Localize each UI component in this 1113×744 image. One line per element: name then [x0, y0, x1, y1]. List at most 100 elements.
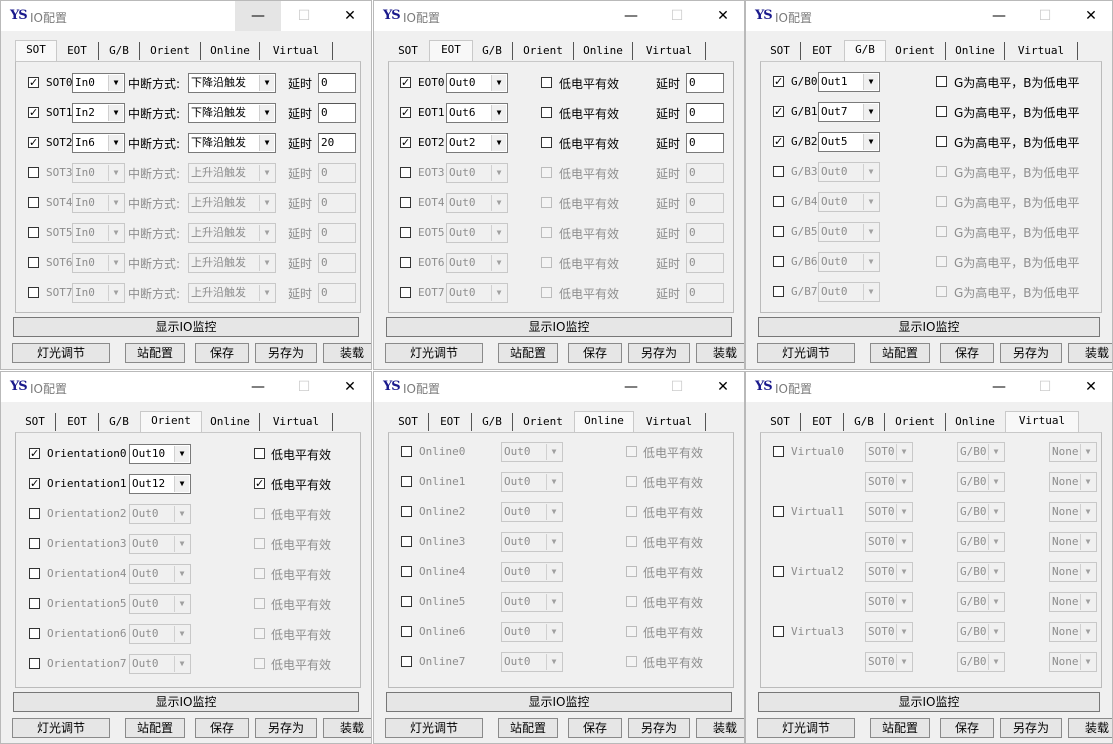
minimize-button[interactable]: —	[976, 372, 1022, 402]
chevron-down-icon[interactable]: ▼	[546, 444, 561, 460]
show-io-monitor-button[interactable]: 显示IO监控	[13, 692, 359, 712]
eot-checkbox[interactable]: ✓	[400, 137, 411, 148]
low-active-checkbox[interactable]	[626, 446, 637, 457]
load-button[interactable]: 装载	[323, 343, 371, 363]
online-checkbox[interactable]	[401, 536, 412, 547]
eot-output-select[interactable]: Out0 ▼	[446, 73, 508, 93]
tab-sot[interactable]: SOT	[388, 413, 429, 431]
gb-checkbox[interactable]	[773, 166, 784, 177]
delay-input[interactable]: 0	[686, 163, 724, 183]
online-output-select[interactable]: Out0 ▼	[501, 472, 563, 492]
virtual-sot-select[interactable]: SOT0 ▼	[865, 652, 913, 672]
tab-virtual[interactable]: Virtual	[260, 413, 333, 431]
chevron-down-icon[interactable]: ▼	[259, 75, 274, 91]
saveas-button[interactable]: 另存为	[1000, 718, 1062, 738]
online-checkbox[interactable]	[401, 446, 412, 457]
eot-checkbox[interactable]	[400, 257, 411, 268]
maximize-button[interactable]: ☐	[1022, 372, 1068, 402]
chevron-down-icon[interactable]: ▼	[863, 74, 878, 90]
low-active-checkbox[interactable]	[254, 628, 265, 639]
delay-input[interactable]: 0	[686, 133, 724, 153]
online-output-select[interactable]: Out0 ▼	[501, 562, 563, 582]
chevron-down-icon[interactable]: ▼	[108, 285, 123, 301]
tab-eot[interactable]: EOT	[56, 413, 99, 431]
virtual-sot-select[interactable]: SOT0 ▼	[865, 592, 913, 612]
chevron-down-icon[interactable]: ▼	[863, 254, 878, 270]
chevron-down-icon[interactable]: ▼	[259, 285, 274, 301]
chevron-down-icon[interactable]: ▼	[259, 165, 274, 181]
eot-checkbox[interactable]	[400, 227, 411, 238]
g-high-checkbox[interactable]	[936, 106, 947, 117]
chevron-down-icon[interactable]: ▼	[259, 195, 274, 211]
low-active-checkbox[interactable]: ✓	[254, 478, 265, 489]
tab-online[interactable]: Online	[946, 413, 1004, 431]
chevron-down-icon[interactable]: ▼	[1080, 444, 1095, 460]
virtual-gb-select[interactable]: G/B0 ▼	[957, 442, 1005, 462]
station-button[interactable]: 站配置	[498, 718, 558, 738]
gb-checkbox[interactable]	[773, 226, 784, 237]
chevron-down-icon[interactable]: ▼	[108, 105, 123, 121]
delay-input[interactable]: 0	[686, 223, 724, 243]
virtual-checkbox[interactable]	[773, 626, 784, 637]
save-button[interactable]: 保存	[568, 343, 622, 363]
minimize-button[interactable]: —	[976, 1, 1022, 31]
online-output-select[interactable]: Out0 ▼	[501, 622, 563, 642]
eot-output-select[interactable]: Out6 ▼	[446, 103, 508, 123]
maximize-button[interactable]: ☐	[654, 1, 700, 31]
g-high-checkbox[interactable]	[936, 286, 947, 297]
low-active-checkbox[interactable]	[541, 257, 552, 268]
virtual-sot-select[interactable]: SOT0 ▼	[865, 622, 913, 642]
chevron-down-icon[interactable]: ▼	[174, 596, 189, 612]
load-button[interactable]: 装载	[1068, 718, 1112, 738]
virtual-extra-select[interactable]: None ▼	[1049, 442, 1097, 462]
station-button[interactable]: 站配置	[125, 718, 185, 738]
low-active-checkbox[interactable]	[254, 508, 265, 519]
eot-output-select[interactable]: Out0 ▼	[446, 223, 508, 243]
chevron-down-icon[interactable]: ▼	[896, 444, 911, 460]
tab-online[interactable]: Online	[574, 42, 633, 60]
sot-checkbox[interactable]	[28, 197, 39, 208]
tab-eot[interactable]: EOT	[429, 413, 472, 431]
save-button[interactable]: 保存	[940, 718, 994, 738]
tab-virtual[interactable]: Virtual	[1005, 411, 1079, 432]
gb-checkbox[interactable]	[773, 286, 784, 297]
gb-checkbox[interactable]	[773, 256, 784, 267]
chevron-down-icon[interactable]: ▼	[896, 624, 911, 640]
delay-input[interactable]: 0	[318, 73, 356, 93]
sot-input-select[interactable]: In0 ▼	[72, 163, 125, 183]
online-checkbox[interactable]	[401, 596, 412, 607]
tab-virtual[interactable]: Virtual	[633, 42, 706, 60]
tab-sot[interactable]: SOT	[760, 413, 801, 431]
maximize-button[interactable]: ☐	[281, 372, 327, 402]
delay-input[interactable]: 0	[686, 73, 724, 93]
tab-eot[interactable]: EOT	[801, 413, 844, 431]
gb-output-select[interactable]: Out0 ▼	[818, 222, 880, 242]
chevron-down-icon[interactable]: ▼	[108, 135, 123, 151]
virtual-gb-select[interactable]: G/B0 ▼	[957, 652, 1005, 672]
eot-checkbox[interactable]	[400, 287, 411, 298]
minimize-button[interactable]: —	[235, 1, 281, 31]
gb-output-select[interactable]: Out7 ▼	[818, 102, 880, 122]
virtual-gb-select[interactable]: G/B0 ▼	[957, 532, 1005, 552]
virtual-sot-select[interactable]: SOT0 ▼	[865, 472, 913, 492]
chevron-down-icon[interactable]: ▼	[896, 564, 911, 580]
close-button[interactable]: ✕	[327, 372, 371, 402]
save-button[interactable]: 保存	[940, 343, 994, 363]
gb-output-select[interactable]: Out1 ▼	[818, 72, 880, 92]
orient-output-select[interactable]: Out0 ▼	[129, 594, 191, 614]
eot-output-select[interactable]: Out2 ▼	[446, 133, 508, 153]
low-active-checkbox[interactable]	[254, 598, 265, 609]
sot-input-select[interactable]: In0 ▼	[72, 253, 125, 273]
delay-input[interactable]: 0	[318, 223, 356, 243]
delay-input[interactable]: 0	[686, 283, 724, 303]
sot-checkbox[interactable]	[28, 167, 39, 178]
low-active-checkbox[interactable]	[626, 476, 637, 487]
tab-orient[interactable]: Orient	[140, 411, 202, 432]
show-io-monitor-button[interactable]: 显示IO监控	[386, 692, 732, 712]
tab-gb[interactable]: G/B	[472, 413, 513, 431]
chevron-down-icon[interactable]: ▼	[863, 194, 878, 210]
delay-input[interactable]: 0	[318, 163, 356, 183]
low-active-checkbox[interactable]	[626, 596, 637, 607]
station-button[interactable]: 站配置	[870, 718, 930, 738]
g-high-checkbox[interactable]	[936, 76, 947, 87]
